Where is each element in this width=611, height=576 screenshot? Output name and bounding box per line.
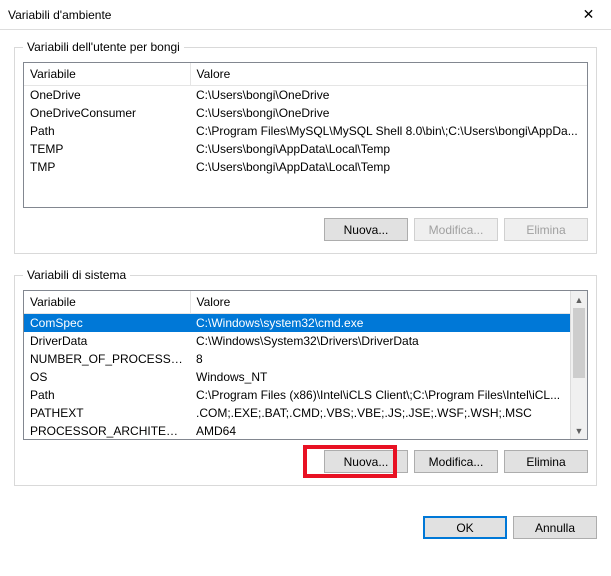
close-icon: ✕	[583, 6, 595, 23]
system-edit-button[interactable]: Modifica...	[414, 450, 498, 473]
user-col-value[interactable]: Valore	[190, 63, 587, 86]
scroll-down-icon[interactable]: ▼	[571, 422, 587, 439]
cell-value: C:\Users\bongi\AppData\Local\Temp	[190, 140, 587, 158]
scroll-track[interactable]	[571, 308, 587, 422]
system-variables-table[interactable]: Variabile Valore ComSpecC:\Windows\syste…	[24, 291, 587, 440]
cell-value: C:\Users\bongi\AppData\Local\Temp	[190, 158, 587, 176]
user-variables-table[interactable]: Variabile Valore OneDriveC:\Users\bongi\…	[24, 63, 587, 176]
table-row[interactable]: PathC:\Program Files\MySQL\MySQL Shell 8…	[24, 122, 587, 140]
system-delete-button[interactable]: Elimina	[504, 450, 588, 473]
user-variables-legend: Variabili dell'utente per bongi	[23, 40, 184, 54]
user-col-variable[interactable]: Variabile	[24, 63, 190, 86]
cell-value: C:\Windows\system32\cmd.exe	[190, 314, 587, 333]
cell-variable: OneDriveConsumer	[24, 104, 190, 122]
titlebar: Variabili d'ambiente ✕	[0, 0, 611, 30]
table-row[interactable]: ComSpecC:\Windows\system32\cmd.exe	[24, 314, 587, 333]
table-row[interactable]: OneDriveC:\Users\bongi\OneDrive	[24, 86, 587, 105]
cell-variable: NUMBER_OF_PROCESSORS	[24, 350, 190, 368]
cancel-button[interactable]: Annulla	[513, 516, 597, 539]
cell-value: C:\Users\bongi\OneDrive	[190, 86, 587, 105]
user-new-button[interactable]: Nuova...	[324, 218, 408, 241]
table-row[interactable]: PathC:\Program Files (x86)\Intel\iCLS Cl…	[24, 386, 587, 404]
table-row[interactable]: NUMBER_OF_PROCESSORS8	[24, 350, 587, 368]
system-scrollbar[interactable]: ▲ ▼	[570, 291, 587, 439]
ok-button[interactable]: OK	[423, 516, 507, 539]
cell-variable: PATHEXT	[24, 404, 190, 422]
cell-value: C:\Windows\System32\Drivers\DriverData	[190, 332, 587, 350]
cell-variable: TEMP	[24, 140, 190, 158]
window-title: Variabili d'ambiente	[8, 8, 566, 22]
cell-variable: Path	[24, 386, 190, 404]
system-col-variable[interactable]: Variabile	[24, 291, 190, 314]
system-col-value[interactable]: Valore	[190, 291, 587, 314]
system-variables-group: Variabili di sistema Variabile Valore Co…	[14, 268, 597, 486]
cell-variable: OneDrive	[24, 86, 190, 105]
cell-value: Windows_NT	[190, 368, 587, 386]
cell-value: C:\Users\bongi\OneDrive	[190, 104, 587, 122]
system-new-button[interactable]: Nuova...	[324, 450, 408, 473]
cell-value: 8	[190, 350, 587, 368]
table-row[interactable]: PROCESSOR_ARCHITECTUREAMD64	[24, 422, 587, 440]
scroll-thumb[interactable]	[573, 308, 585, 378]
cell-variable: OS	[24, 368, 190, 386]
cell-variable: Path	[24, 122, 190, 140]
table-row[interactable]: OSWindows_NT	[24, 368, 587, 386]
user-variables-table-wrap: Variabile Valore OneDriveC:\Users\bongi\…	[23, 62, 588, 208]
dialog-footer: OK Annulla	[0, 510, 611, 539]
cell-variable: TMP	[24, 158, 190, 176]
cell-value: .COM;.EXE;.BAT;.CMD;.VBS;.VBE;.JS;.JSE;.…	[190, 404, 587, 422]
system-variables-table-wrap: Variabile Valore ComSpecC:\Windows\syste…	[23, 290, 588, 440]
cell-value: AMD64	[190, 422, 587, 440]
user-delete-button[interactable]: Elimina	[504, 218, 588, 241]
table-row[interactable]: PATHEXT.COM;.EXE;.BAT;.CMD;.VBS;.VBE;.JS…	[24, 404, 587, 422]
close-button[interactable]: ✕	[566, 0, 611, 30]
scroll-up-icon[interactable]: ▲	[571, 291, 587, 308]
table-row[interactable]: TMPC:\Users\bongi\AppData\Local\Temp	[24, 158, 587, 176]
user-variables-group: Variabili dell'utente per bongi Variabil…	[14, 40, 597, 254]
cell-variable: PROCESSOR_ARCHITECTURE	[24, 422, 190, 440]
table-row[interactable]: DriverDataC:\Windows\System32\Drivers\Dr…	[24, 332, 587, 350]
cell-variable: DriverData	[24, 332, 190, 350]
table-row[interactable]: TEMPC:\Users\bongi\AppData\Local\Temp	[24, 140, 587, 158]
cell-variable: ComSpec	[24, 314, 190, 333]
system-variables-legend: Variabili di sistema	[23, 268, 130, 282]
cell-value: C:\Program Files\MySQL\MySQL Shell 8.0\b…	[190, 122, 587, 140]
table-row[interactable]: OneDriveConsumerC:\Users\bongi\OneDrive	[24, 104, 587, 122]
user-edit-button[interactable]: Modifica...	[414, 218, 498, 241]
cell-value: C:\Program Files (x86)\Intel\iCLS Client…	[190, 386, 587, 404]
